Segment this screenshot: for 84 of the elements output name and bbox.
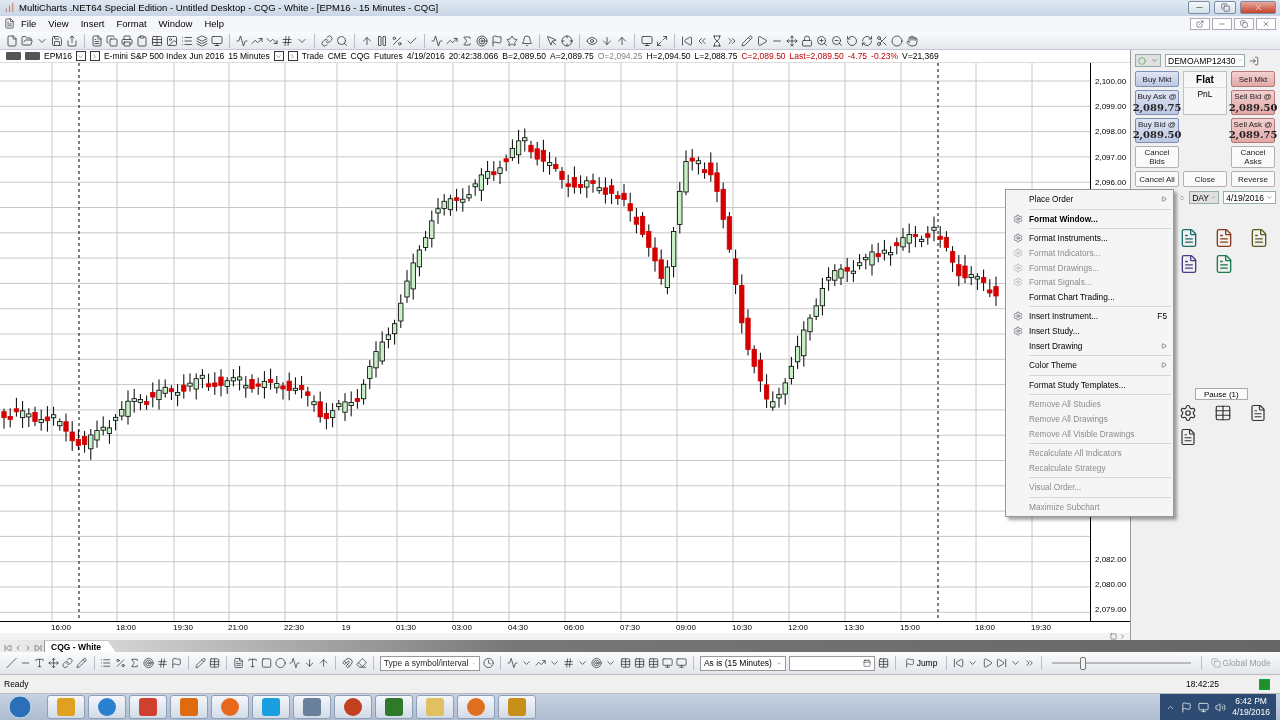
- time-label: 22:30: [284, 622, 304, 632]
- status-time: 18:42:25: [1185, 679, 1219, 690]
- quote-value: V=21,369: [902, 51, 939, 62]
- quote-value: CQG: [350, 51, 370, 62]
- time-label: 03:00: [452, 622, 472, 632]
- sheet-tab[interactable]: CQG - White: [44, 640, 117, 653]
- sell-ask-button[interactable]: Sell Ask @ 2,089.75: [1231, 118, 1275, 143]
- time-label: 10:30: [732, 622, 752, 632]
- sell-market-button[interactable]: Sell Mkt: [1231, 71, 1275, 88]
- menu-item[interactable]: Format Window...: [1006, 211, 1173, 227]
- price-label: 2,079.00: [1095, 604, 1127, 614]
- pnl-label: PnL: [1184, 87, 1226, 100]
- pause-button[interactable]: Pause (1): [1195, 388, 1248, 401]
- time-label: 19:30: [173, 622, 193, 632]
- symbol-label: EPM16: [44, 51, 72, 62]
- menu-item[interactable]: Format Instruments...: [1006, 231, 1173, 246]
- position-label: Flat: [1196, 73, 1214, 88]
- jump-button[interactable]: Jump: [901, 658, 941, 669]
- quote-value: Last=2,089.50: [789, 51, 844, 62]
- quote-value: O=2,094.25: [597, 51, 643, 62]
- buy-bid-button[interactable]: Buy Bid @ 2,089.50: [1135, 118, 1179, 143]
- time-label: 07:30: [620, 622, 640, 632]
- quote-value: Futures: [373, 51, 403, 62]
- date-dropdown[interactable]: 4/19/2016: [1223, 191, 1276, 205]
- quote-value: L=2,088.75: [694, 51, 738, 62]
- menu-item[interactable]: Window: [152, 18, 199, 30]
- menu-item[interactable]: Help: [198, 18, 230, 30]
- menu-item[interactable]: Format Study Templates...: [1006, 377, 1173, 393]
- account-dropdown[interactable]: DEMOAMP12430: [1165, 54, 1245, 68]
- time-label: 06:00: [564, 622, 584, 632]
- cancel-asks-button[interactable]: Cancel Asks: [1231, 145, 1275, 169]
- quote-value: B=2,089.50: [502, 51, 546, 62]
- price-label: 2,098.00: [1095, 126, 1127, 136]
- menu-item[interactable]: Color Theme: [1006, 357, 1173, 373]
- buy-ask-button[interactable]: Buy Ask @ 2,089.75: [1135, 90, 1179, 116]
- duration-dropdown[interactable]: DAY: [1189, 191, 1220, 205]
- menu-item[interactable]: Format: [110, 18, 153, 30]
- quote-value: CME: [327, 51, 347, 62]
- menu-item[interactable]: Format Chart Trading...: [1006, 289, 1173, 305]
- price-label: 2,096.00: [1095, 177, 1127, 187]
- time-label: 15:00: [900, 622, 920, 632]
- resolution-dropdown[interactable]: As is (15 Minutes): [699, 655, 786, 671]
- time-label: 19:30: [1031, 622, 1051, 632]
- quote-value: -4.75: [847, 51, 868, 62]
- quote-value: Trade: [301, 51, 324, 62]
- window-title: MultiCharts .NET64 Special Edition - Untitled Desktop - CQG - White - [EPM16 - 15 Minutes - CQG]: [19, 2, 440, 14]
- time-label: 19: [341, 622, 351, 632]
- interval-label: 15 Minutes: [228, 51, 270, 62]
- menu-item[interactable]: Insert Instrument... F5: [1006, 309, 1173, 324]
- quote-value: 20:42:38.066: [448, 51, 499, 62]
- symbol-field[interactable]: Type a symbol/interval: [379, 655, 480, 671]
- reverse-button[interactable]: Reverse: [1231, 171, 1275, 188]
- time-label: 18:00: [116, 622, 136, 632]
- close-position-button[interactable]: Close: [1183, 171, 1227, 188]
- status-text: Ready: [4, 679, 29, 690]
- menu-item[interactable]: Insert: [74, 18, 111, 30]
- quote-value: -0.23%: [871, 51, 899, 62]
- menu-item[interactable]: Insert Drawing: [1006, 338, 1173, 353]
- time-label: 04:30: [508, 622, 528, 632]
- price-label: 2,082.00: [1095, 554, 1127, 564]
- quote-value: C=2,089.50: [741, 51, 786, 62]
- time-label: 16:00: [51, 622, 71, 632]
- buy-market-button[interactable]: Buy Mkt: [1135, 71, 1179, 88]
- time-label: 21:00: [228, 622, 248, 632]
- time-label: 18:00: [975, 622, 995, 632]
- price-label: 2,097.00: [1095, 152, 1127, 162]
- price-label: 2,099.00: [1095, 101, 1127, 111]
- quote-value: H=2,094.50: [646, 51, 691, 62]
- cancel-bids-button[interactable]: Cancel Bids: [1135, 145, 1179, 169]
- menu-item[interactable]: View: [42, 18, 75, 30]
- sell-bid-button[interactable]: Sell Bid @ 2,089.50: [1231, 90, 1275, 116]
- time-label: 01:30: [396, 622, 416, 632]
- quote-value: A=2,089.75: [550, 51, 594, 62]
- quote-value: 4/19/2016: [406, 51, 445, 62]
- time-label: 12:00: [788, 622, 808, 632]
- menu-item[interactable]: File: [15, 18, 43, 30]
- menu-item[interactable]: Insert Study...: [1006, 323, 1173, 339]
- menu-item[interactable]: Place Order: [1006, 192, 1173, 207]
- price-label: 2,100.00: [1095, 76, 1127, 86]
- time-label: 13:30: [844, 622, 864, 632]
- price-label: 2,080.00: [1095, 579, 1127, 589]
- time-label: 09:00: [676, 622, 696, 632]
- instrument-description: E-mini S&P 500 Index Jun 2016: [103, 51, 225, 62]
- cancel-all-button[interactable]: Cancel All: [1135, 171, 1179, 188]
